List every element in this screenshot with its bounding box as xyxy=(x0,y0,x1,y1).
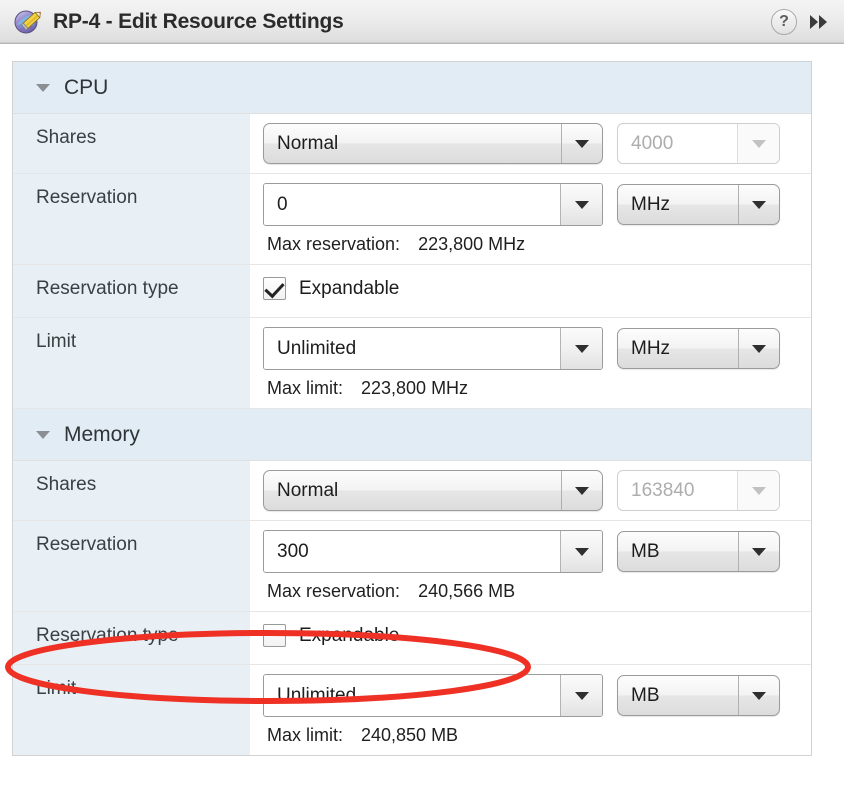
row-label-memory-limit: Limit xyxy=(13,665,250,755)
memory-reservation-value[interactable]: 300 xyxy=(264,531,560,572)
memory-limit-unit-value: MB xyxy=(631,684,660,706)
memory-max-reservation-label: Max reservation: xyxy=(267,581,401,601)
cpu-reservation-input[interactable]: 0 xyxy=(263,183,603,226)
triangle-down-icon-cpu[interactable] xyxy=(36,83,50,92)
help-button[interactable]: ? xyxy=(771,8,797,35)
cpu-limit-input[interactable]: Unlimited xyxy=(263,327,603,370)
chevron-down-icon[interactable] xyxy=(560,184,602,225)
window-title: RP-4 - Edit Resource Settings xyxy=(53,9,344,33)
memory-expandable-label: Expandable xyxy=(299,624,400,646)
memory-reservation-unit-dropdown[interactable]: MB xyxy=(617,531,780,572)
row-body-cpu-reservation-type: Expandable xyxy=(250,265,811,317)
cpu-expandable-label: Expandable xyxy=(299,277,400,299)
window-title-bar: RP-4 - Edit Resource Settings ? xyxy=(0,0,844,44)
memory-max-reservation-hint: Max reservation: 240,566 MB xyxy=(263,581,811,602)
chevron-down-icon xyxy=(737,124,779,163)
resource-settings-panel: CPU Shares Normal 4000 Reservation 0 MHz… xyxy=(12,61,812,756)
cpu-limit-unit-value: MHz xyxy=(631,337,671,359)
memory-reservation-unit-value: MB xyxy=(631,540,660,562)
memory-reservation-input[interactable]: 300 xyxy=(263,530,603,573)
cpu-max-limit-hint: Max limit: 223,800 MHz xyxy=(263,378,811,399)
row-label-cpu-reservation-type: Reservation type xyxy=(13,265,250,317)
section-title-memory: Memory xyxy=(64,422,140,446)
chevron-down-icon[interactable] xyxy=(560,531,602,572)
chevron-down-icon xyxy=(561,124,602,163)
triangle-down-icon-memory[interactable] xyxy=(36,430,50,439)
row-memory-shares: Shares Normal 163840 xyxy=(13,461,811,521)
section-header-memory[interactable]: Memory xyxy=(13,409,811,461)
chevron-down-icon[interactable] xyxy=(560,328,602,369)
row-cpu-shares: Shares Normal 4000 xyxy=(13,114,811,174)
row-label-memory-shares: Shares xyxy=(13,461,250,520)
section-title-cpu: CPU xyxy=(64,75,109,99)
cpu-limit-value[interactable]: Unlimited xyxy=(264,328,560,369)
cpu-limit-unit-dropdown[interactable]: MHz xyxy=(617,328,780,369)
memory-shares-value-stepper[interactable]: 163840 xyxy=(617,470,780,511)
row-body-memory-shares: Normal 163840 xyxy=(250,461,811,520)
resource-pool-edit-icon xyxy=(13,7,43,37)
chevron-down-icon xyxy=(738,329,779,368)
chevron-down-icon xyxy=(561,471,602,510)
cpu-max-reservation-hint: Max reservation: 223,800 MHz xyxy=(263,234,811,255)
row-label-cpu-shares: Shares xyxy=(13,114,250,173)
cpu-shares-value: 4000 xyxy=(631,132,674,154)
chevron-down-icon xyxy=(738,676,779,715)
row-body-memory-limit: Unlimited MB Max limit: 240,850 MB xyxy=(250,665,811,755)
cpu-shares-value-stepper[interactable]: 4000 xyxy=(617,123,780,164)
cpu-expandable-checkbox[interactable] xyxy=(263,277,286,300)
memory-shares-level-dropdown[interactable]: Normal xyxy=(263,470,603,511)
chevron-down-icon xyxy=(738,532,779,571)
cpu-shares-level-dropdown[interactable]: Normal xyxy=(263,123,603,164)
cpu-max-limit-label: Max limit: xyxy=(267,378,343,398)
row-label-memory-reservation-type: Reservation type xyxy=(13,612,250,664)
row-cpu-limit: Limit Unlimited MHz Max limit: 223,800 MH… xyxy=(13,318,811,409)
row-memory-reservation-type: Reservation type Expandable xyxy=(13,612,811,665)
cpu-max-reservation-label: Max reservation: xyxy=(267,234,401,254)
memory-limit-input[interactable]: Unlimited xyxy=(263,674,603,717)
row-body-cpu-reservation: 0 MHz Max reservation: 223,800 MHz xyxy=(250,174,811,264)
section-header-cpu[interactable]: CPU xyxy=(13,62,811,114)
row-memory-limit: Limit Unlimited MB Max limit: 240,850 MB xyxy=(13,665,811,755)
chevron-down-icon[interactable] xyxy=(560,675,602,716)
memory-shares-value: 163840 xyxy=(631,479,695,501)
row-body-memory-reservation-type: Expandable xyxy=(250,612,811,664)
row-label-cpu-limit: Limit xyxy=(13,318,250,408)
row-body-cpu-shares: Normal 4000 xyxy=(250,114,811,173)
memory-shares-level-value: Normal xyxy=(277,479,339,501)
row-body-memory-reservation: 300 MB Max reservation: 240,566 MB xyxy=(250,521,811,611)
row-cpu-reservation: Reservation 0 MHz Max reservation: 223,80… xyxy=(13,174,811,265)
title-bar-actions: ? xyxy=(771,8,832,35)
memory-limit-value[interactable]: Unlimited xyxy=(264,675,560,716)
row-body-cpu-limit: Unlimited MHz Max limit: 223,800 MHz xyxy=(250,318,811,408)
cpu-reservation-value[interactable]: 0 xyxy=(264,184,560,225)
row-memory-reservation: Reservation 300 MB Max reservation: 240,5… xyxy=(13,521,811,612)
row-label-memory-reservation: Reservation xyxy=(13,521,250,611)
cpu-max-limit-value: 223,800 MHz xyxy=(361,378,469,398)
chevron-down-icon xyxy=(738,185,779,224)
cpu-reservation-unit-dropdown[interactable]: MHz xyxy=(617,184,780,225)
memory-limit-unit-dropdown[interactable]: MB xyxy=(617,675,780,716)
memory-max-limit-label: Max limit: xyxy=(267,725,343,745)
memory-max-limit-hint: Max limit: 240,850 MB xyxy=(263,725,811,746)
memory-max-reservation-value: 240,566 MB xyxy=(418,581,516,601)
row-cpu-reservation-type: Reservation type Expandable xyxy=(13,265,811,318)
row-label-cpu-reservation: Reservation xyxy=(13,174,250,264)
cpu-max-reservation-value: 223,800 MHz xyxy=(418,234,526,254)
memory-max-limit-value: 240,850 MB xyxy=(361,725,459,745)
chevron-down-icon xyxy=(737,471,779,510)
cpu-reservation-unit-value: MHz xyxy=(631,193,671,215)
cpu-shares-level-value: Normal xyxy=(277,132,339,154)
double-chevron-right-icon[interactable] xyxy=(806,9,832,35)
memory-expandable-checkbox[interactable] xyxy=(263,624,286,647)
